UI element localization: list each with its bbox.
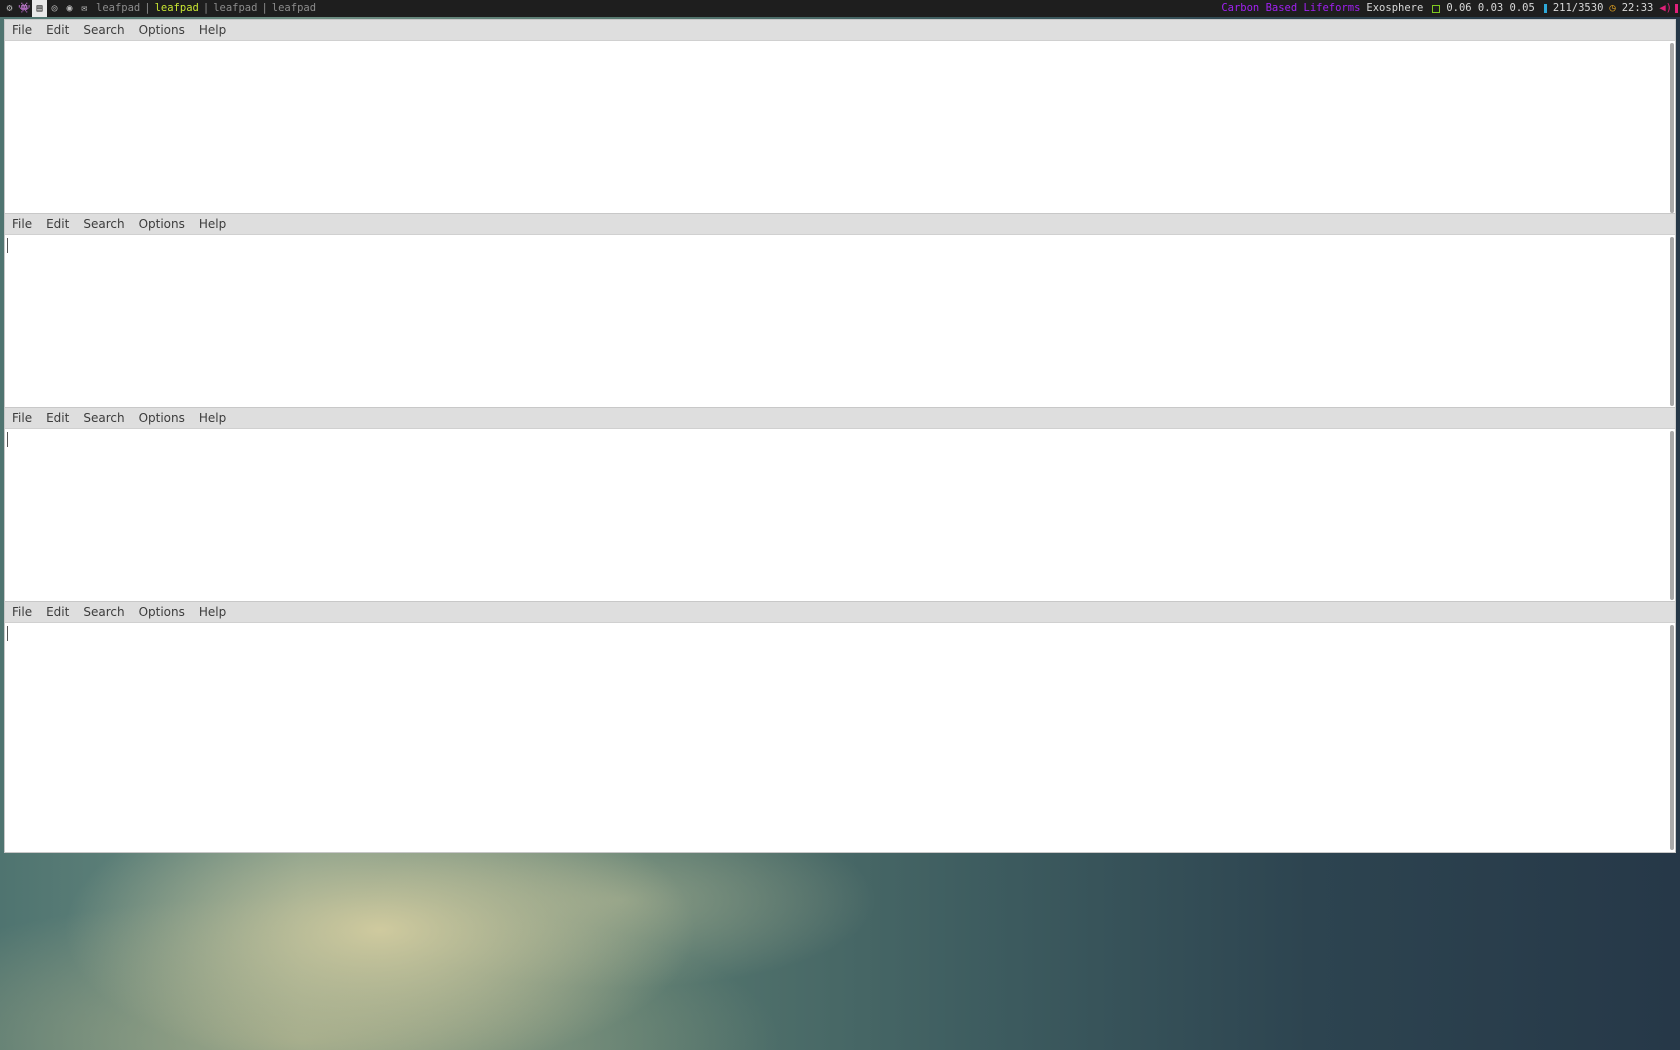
clock-icon: ◷ <box>1609 2 1616 14</box>
globe-icon[interactable]: ◎ <box>47 0 62 17</box>
menu-search[interactable]: Search <box>76 602 131 622</box>
scrollbar[interactable] <box>1670 431 1674 600</box>
menu-help[interactable]: Help <box>192 20 233 40</box>
taskbar-window-3[interactable]: leafpad <box>209 0 261 17</box>
menu-options[interactable]: Options <box>132 214 192 234</box>
document-icon[interactable]: ▤ <box>32 0 47 17</box>
menu-edit[interactable]: Edit <box>39 602 76 622</box>
text-cursor <box>7 238 8 253</box>
volume-icon[interactable]: ◀) <box>1656 0 1675 17</box>
menu-file[interactable]: File <box>5 214 39 234</box>
text-editor-area[interactable] <box>5 623 1675 852</box>
taskbar-window-4[interactable]: leafpad <box>268 0 320 17</box>
menu-options[interactable]: Options <box>132 408 192 428</box>
status-area: Carbon Based Lifeforms Exosphere 0.06 0.… <box>1218 0 1680 17</box>
menu-bar: File Edit Search Options Help <box>5 602 1675 623</box>
leafpad-window-2: File Edit Search Options Help <box>5 214 1675 408</box>
volume-level-icon <box>1675 4 1678 13</box>
memory-usage: 211/3530 <box>1552 2 1604 14</box>
menu-file[interactable]: File <box>5 20 39 40</box>
menu-options[interactable]: Options <box>132 602 192 622</box>
menu-search[interactable]: Search <box>76 408 131 428</box>
cpu-load-icon <box>1432 4 1441 13</box>
menu-bar: File Edit Search Options Help <box>5 214 1675 235</box>
scrollbar[interactable] <box>1670 43 1674 213</box>
taskbar-window-1[interactable]: leafpad <box>92 0 144 17</box>
top-status-bar: ⚙ 👾 ▤ ◎ ◉ ✉ leafpad | leafpad | leafpad … <box>0 0 1680 17</box>
menu-bar: File Edit Search Options Help <box>5 408 1675 429</box>
menu-options[interactable]: Options <box>132 20 192 40</box>
menu-edit[interactable]: Edit <box>39 214 76 234</box>
menu-help[interactable]: Help <box>192 602 233 622</box>
menu-edit[interactable]: Edit <box>39 20 76 40</box>
circle-icon[interactable]: ◉ <box>62 0 77 17</box>
taskbar-window-2[interactable]: leafpad <box>151 0 203 17</box>
leafpad-window-1: File Edit Search Options Help <box>5 20 1675 215</box>
text-cursor <box>7 432 8 447</box>
text-editor-area[interactable] <box>5 429 1675 602</box>
scrollbar[interactable] <box>1670 625 1674 850</box>
mail-icon[interactable]: ✉ <box>77 0 92 17</box>
settings-icon[interactable]: ⚙ <box>2 0 17 17</box>
menu-help[interactable]: Help <box>192 214 233 234</box>
workspace-area: ⚙ 👾 ▤ ◎ ◉ ✉ leafpad | leafpad | leafpad … <box>2 0 320 17</box>
menu-bar: File Edit Search Options Help <box>5 20 1675 41</box>
now-playing-track: Exosphere <box>1366 2 1424 14</box>
memory-icon <box>1543 4 1547 13</box>
leafpad-window-3: File Edit Search Options Help <box>5 408 1675 602</box>
leafpad-window-4: File Edit Search Options Help <box>5 602 1675 852</box>
clock-time: 22:33 <box>1621 2 1654 14</box>
menu-search[interactable]: Search <box>76 20 131 40</box>
menu-file[interactable]: File <box>5 602 39 622</box>
text-editor-area[interactable] <box>5 41 1675 215</box>
now-playing-artist: Carbon Based Lifeforms <box>1221 2 1361 14</box>
text-editor-area[interactable] <box>5 235 1675 408</box>
menu-edit[interactable]: Edit <box>39 408 76 428</box>
scrollbar[interactable] <box>1670 237 1674 406</box>
menu-help[interactable]: Help <box>192 408 233 428</box>
menu-file[interactable]: File <box>5 408 39 428</box>
text-cursor <box>7 626 8 641</box>
invader-icon[interactable]: 👾 <box>17 0 32 17</box>
load-average: 0.06 0.03 0.05 <box>1446 2 1535 14</box>
menu-search[interactable]: Search <box>76 214 131 234</box>
